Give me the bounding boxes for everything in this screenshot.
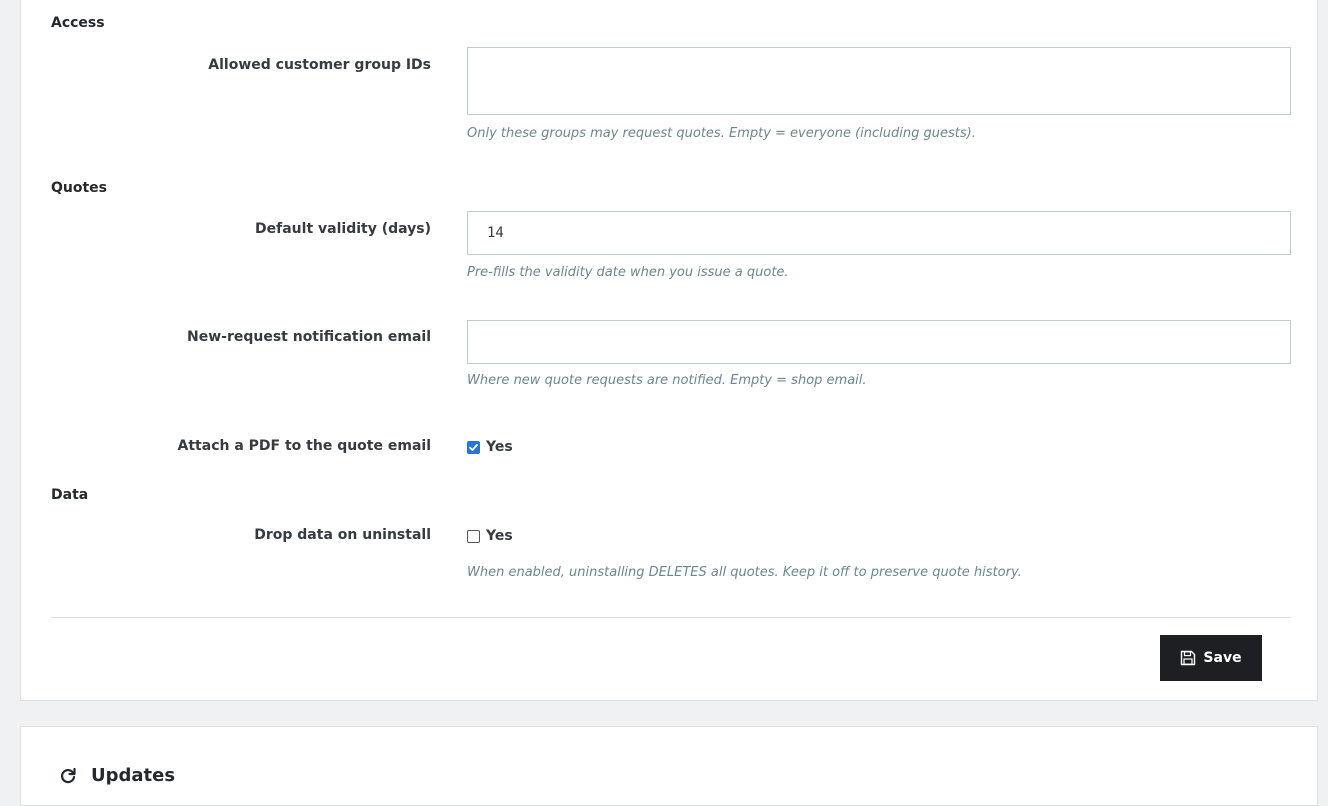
- notification-email-input[interactable]: [467, 320, 1291, 364]
- drop-data-checkbox[interactable]: [467, 529, 480, 543]
- updates-panel: Updates: [20, 726, 1318, 806]
- notification-email-help: Where new quote requests are notified. E…: [467, 373, 867, 388]
- section-title-data: Data: [51, 487, 89, 503]
- section-title-quotes: Quotes: [51, 180, 108, 196]
- attach-pdf-checkbox[interactable]: [467, 440, 480, 454]
- form-footer-divider: [51, 617, 1291, 618]
- checkmark-icon: [469, 443, 478, 451]
- allowed-groups-label: Allowed customer group IDs: [208, 57, 431, 73]
- default-validity-input[interactable]: [467, 211, 1291, 255]
- allowed-groups-input[interactable]: [467, 47, 1291, 115]
- floppy-disk-icon: [1181, 650, 1196, 666]
- section-title-access: Access: [51, 15, 105, 31]
- default-validity-label: Default validity (days): [255, 221, 431, 237]
- save-button[interactable]: Save: [1160, 635, 1262, 681]
- refresh-icon: [60, 767, 76, 783]
- attach-pdf-option-label: Yes: [486, 439, 513, 455]
- attach-pdf-option[interactable]: Yes: [467, 439, 513, 455]
- settings-panel: Access Allowed customer group IDs Only t…: [20, 0, 1318, 701]
- notification-email-label: New-request notification email: [186, 329, 431, 345]
- attach-pdf-label: Attach a PDF to the quote email: [177, 438, 431, 454]
- drop-data-option-label: Yes: [486, 528, 513, 544]
- drop-data-help: When enabled, uninstalling DELETES all q…: [467, 565, 1022, 580]
- save-button-label: Save: [1203, 650, 1242, 666]
- updates-panel-header: Updates: [59, 765, 175, 786]
- default-validity-help: Pre-fills the validity date when you iss…: [467, 265, 789, 280]
- drop-data-label: Drop data on uninstall: [254, 527, 431, 543]
- allowed-groups-help: Only these groups may request quotes. Em…: [467, 126, 976, 141]
- updates-panel-title: Updates: [91, 765, 176, 786]
- drop-data-option[interactable]: Yes: [467, 528, 513, 544]
